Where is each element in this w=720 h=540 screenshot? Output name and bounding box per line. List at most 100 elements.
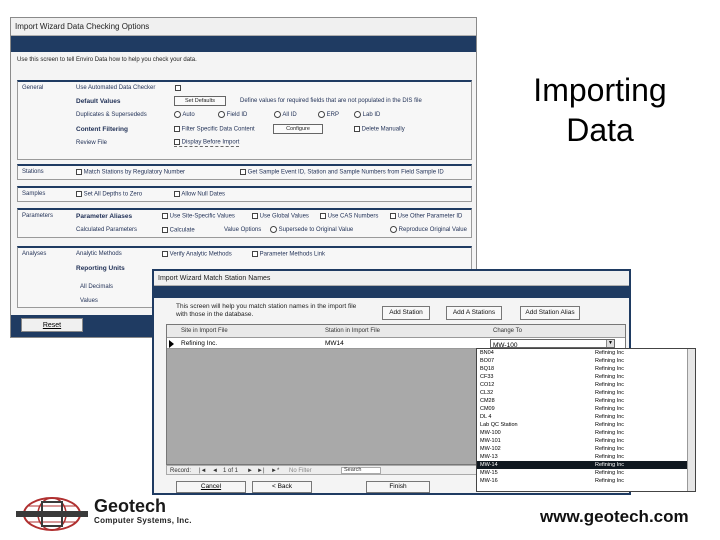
dropdown-item[interactable]: MW-15 Refining Inc: [477, 469, 695, 477]
use-global-checkbox[interactable]: [252, 213, 258, 219]
dropdown-item-station: DL 4: [480, 414, 492, 420]
dup-option: ERP: [326, 112, 340, 119]
finish-button[interactable]: Finish: [366, 481, 430, 493]
dropdown-item[interactable]: CM28 Refining Inc: [477, 397, 695, 405]
use-other-checkbox[interactable]: [390, 213, 396, 219]
default-values-label: Default Values: [76, 98, 121, 105]
record-navigator: Record: |◄ ◄ 1 of 1 ► ►| ►* No Filter Se…: [166, 465, 478, 475]
record-label: Record:: [170, 468, 192, 474]
parameter-method-link-checkbox[interactable]: [252, 251, 258, 257]
dropdown-item[interactable]: CF33 Refining Inc: [477, 373, 695, 381]
use-site-specific-checkbox[interactable]: [162, 213, 168, 219]
slide: Import Wizard Data Checking Options Use …: [0, 0, 720, 540]
reproduce-radio[interactable]: [390, 226, 397, 233]
search-input[interactable]: Search: [341, 467, 381, 474]
dropdown-scrollbar[interactable]: [687, 349, 695, 491]
allow-null-checkbox[interactable]: [174, 191, 180, 197]
dropdown-item[interactable]: BN04 Refining Inc: [477, 349, 695, 357]
dup-erp-radio[interactable]: [318, 111, 325, 118]
filter-specific-checkbox[interactable]: [174, 126, 180, 132]
dropdown-item[interactable]: MW-13 Refining Inc: [477, 453, 695, 461]
intro-text: Use this screen to tell Enviro Data how …: [17, 57, 197, 63]
delete-manually-checkbox[interactable]: [354, 126, 360, 132]
dropdown-item[interactable]: MW-100 Refining Inc: [477, 429, 695, 437]
add-station-alias-button[interactable]: Add Station Alias: [520, 306, 580, 320]
review-file-label: Review File: [76, 140, 108, 146]
dup-auto-radio[interactable]: [174, 111, 181, 118]
use-automated-checkbox[interactable]: [175, 85, 181, 91]
verify-methods-checkbox[interactable]: [162, 251, 168, 257]
dropdown-item[interactable]: BQ18 Refining Inc: [477, 365, 695, 373]
section-samples: Samples Set All Depths to Zero Allow Nul…: [17, 186, 472, 202]
dropdown-item[interactable]: CL32 Refining Inc: [477, 389, 695, 397]
intro-line: This screen will help you match station …: [176, 303, 357, 310]
change-to-dropdown-list: BN04 Refining Inc BO07 Refining Inc BQ18 Refi…: [476, 348, 696, 492]
dropdown-items: BN04 Refining Inc BO07 Refining Inc BQ18 Refi…: [477, 349, 695, 485]
content-filtering-label: Content Filtering: [76, 126, 128, 133]
display-before-import-checkbox[interactable]: [174, 139, 180, 145]
get-sample-checkbox[interactable]: [240, 169, 246, 175]
no-filter-label[interactable]: No Filter: [289, 467, 312, 475]
dropdown-item-site: Refining Inc: [595, 390, 625, 396]
dropdown-item-station: MW-13: [480, 454, 498, 460]
calculate-checkbox[interactable]: [162, 227, 168, 233]
dropdown-item[interactable]: DL 4 Refining Inc: [477, 413, 695, 421]
use-global-label: Use Global Values: [259, 213, 309, 220]
define-values-text: Define values for required fields that a…: [240, 98, 422, 104]
dropdown-item-site: Refining Inc: [595, 382, 625, 388]
allow-null-label: Allow Null Dates: [181, 191, 226, 198]
last-record-icon[interactable]: ►|: [257, 467, 265, 475]
new-record-icon[interactable]: ►*: [271, 467, 279, 475]
reset-button[interactable]: Reset: [21, 318, 83, 332]
column-header-change-to: Change To: [493, 328, 522, 334]
set-defaults-button[interactable]: Set Defaults: [174, 96, 226, 106]
window-title: Import Wizard Match Station Names: [154, 271, 629, 286]
supersede-radio[interactable]: [270, 226, 277, 233]
use-cas-checkbox[interactable]: [320, 213, 326, 219]
configure-button[interactable]: Configure: [273, 124, 323, 134]
dropdown-item[interactable]: CO12 Refining Inc: [477, 381, 695, 389]
change-to-combobox[interactable]: MW-100 ▼: [490, 339, 615, 349]
use-cas-label: Use CAS Numbers: [327, 213, 379, 220]
cell-site: Refining Inc.: [181, 340, 218, 347]
dropdown-item[interactable]: MW-101 Refining Inc: [477, 437, 695, 445]
dropdown-item-site: Refining Inc: [595, 470, 625, 476]
logo-subtitle: Computer Systems, Inc.: [94, 516, 192, 525]
dropdown-item-site: Refining Inc: [595, 374, 625, 380]
verify-methods-label: Verify Analytic Methods: [169, 251, 232, 258]
add-station-button[interactable]: Add Station: [382, 306, 430, 320]
parameter-method-link-label: Parameter Methods Link: [259, 251, 326, 258]
dup-labid-radio[interactable]: [354, 111, 361, 118]
next-record-icon[interactable]: ►: [247, 467, 253, 475]
dropdown-item-station: Lab QC Station: [480, 422, 518, 428]
add-all-stations-button[interactable]: Add A Stations: [446, 306, 502, 320]
column-header-station: Station in Import File: [325, 328, 381, 334]
parameter-aliases-label: Parameter Aliases: [76, 213, 133, 220]
values-label: Values: [80, 298, 98, 304]
prev-record-icon[interactable]: ◄: [212, 467, 218, 475]
dropdown-item[interactable]: MW-16 Refining Inc: [477, 477, 695, 485]
cancel-button[interactable]: Cancel: [176, 481, 246, 493]
back-button[interactable]: < Back: [252, 481, 312, 493]
dropdown-item-station: MW-15: [480, 470, 498, 476]
intro-line: with those in the database.: [176, 311, 254, 318]
heading-line-1: Importing: [533, 72, 667, 108]
dropdown-item[interactable]: MW-102 Refining Inc: [477, 445, 695, 453]
set-depths-checkbox[interactable]: [76, 191, 82, 197]
dup-allid-radio[interactable]: [274, 111, 281, 118]
dup-fieldid-radio[interactable]: [218, 111, 225, 118]
dropdown-item[interactable]: Lab QC Station Refining Inc: [477, 421, 695, 429]
match-stations-checkbox[interactable]: [76, 169, 82, 175]
cell-station: MW14: [325, 340, 344, 347]
dropdown-item[interactable]: MW-14 Refining Inc: [477, 461, 695, 469]
chevron-down-icon[interactable]: ▼: [606, 340, 614, 347]
dropdown-item[interactable]: BO07 Refining Inc: [477, 357, 695, 365]
dropdown-item-station: BN04: [480, 350, 494, 356]
website-url[interactable]: www.geotech.com: [540, 507, 689, 527]
reproduce-label: Reproduce Original Value: [398, 227, 467, 234]
section-stations: Stations Match Stations by Regulatory Nu…: [17, 164, 472, 180]
reporting-units-label: Reporting Units: [76, 265, 125, 272]
first-record-icon[interactable]: |◄: [199, 467, 207, 475]
dropdown-item[interactable]: CM09 Refining Inc: [477, 405, 695, 413]
dropdown-item-site: Refining Inc: [595, 422, 625, 428]
